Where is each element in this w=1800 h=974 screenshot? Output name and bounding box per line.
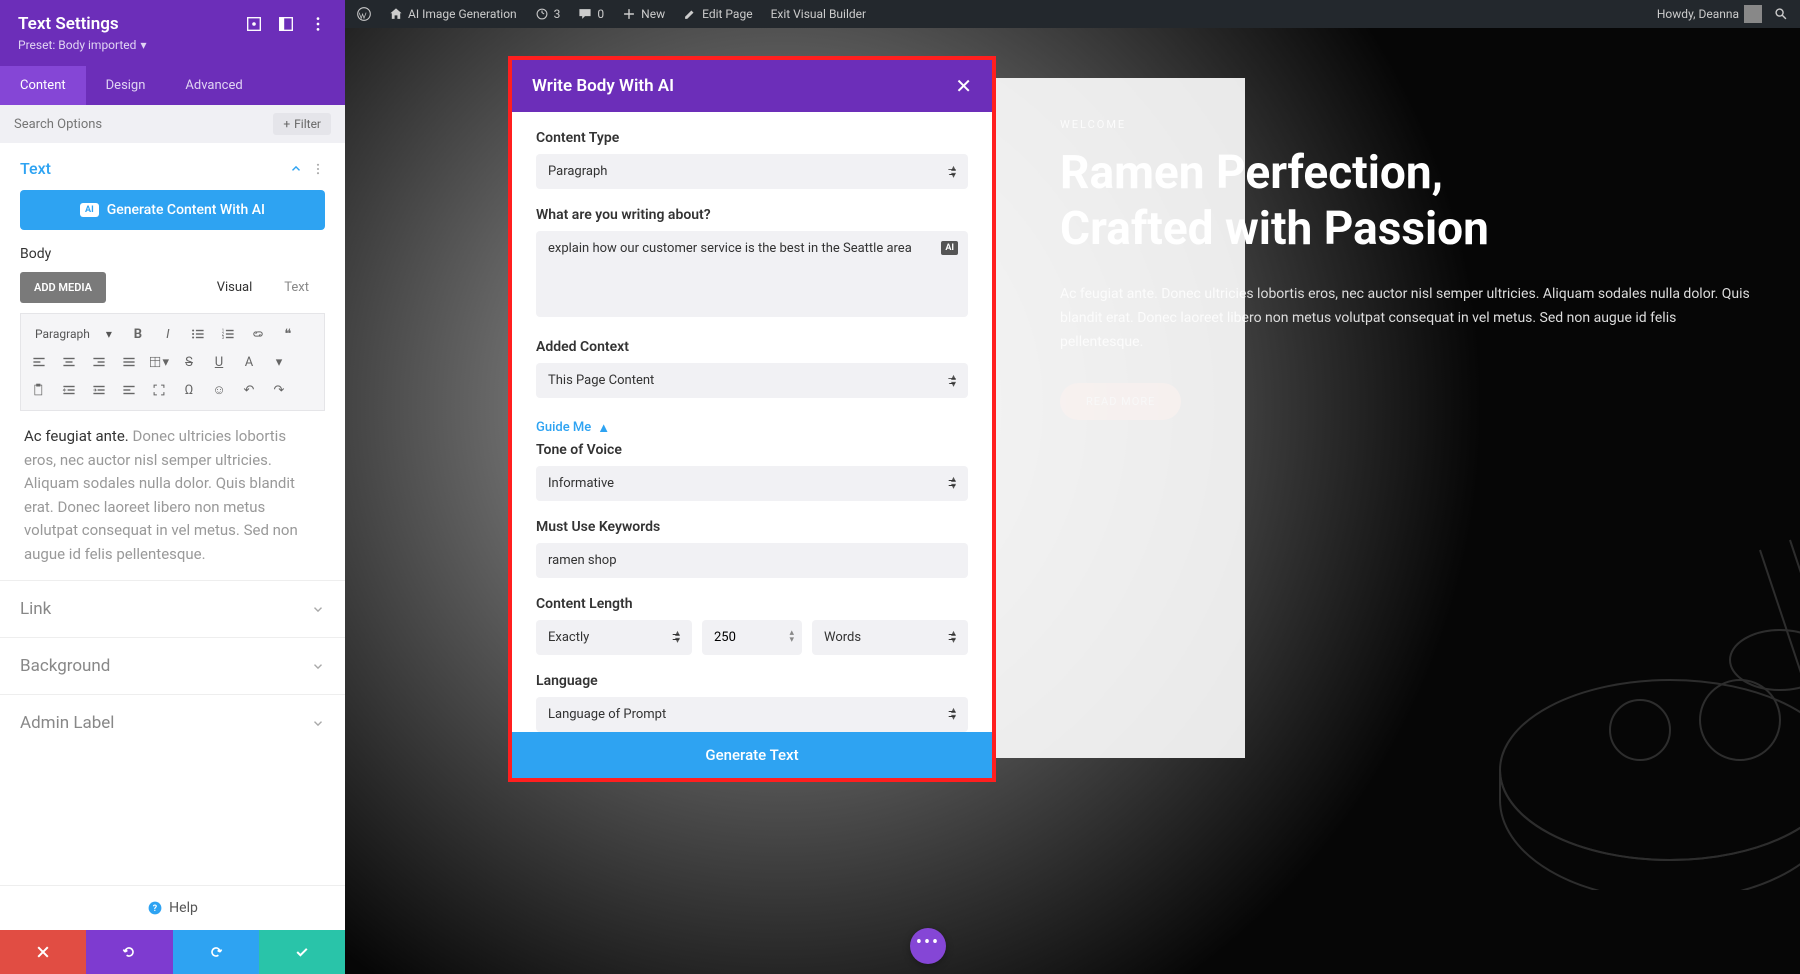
add-media-button[interactable]: ADD MEDIA — [20, 272, 106, 303]
tone-select[interactable]: Informative — [536, 466, 968, 501]
language-select[interactable]: Language of Prompt — [536, 697, 968, 732]
help-link[interactable]: ?Help — [0, 885, 345, 930]
generate-content-button[interactable]: AIGenerate Content With AI — [20, 190, 325, 230]
chevron-up-icon[interactable] — [289, 162, 303, 176]
editor-content[interactable]: Ac feugiat ante. Donec ultricies loborti… — [20, 411, 325, 580]
about-textarea[interactable] — [536, 231, 968, 317]
sidebar-footer — [0, 930, 345, 974]
text-color-dropdown-icon[interactable]: ▾ — [269, 352, 289, 372]
more-icon[interactable] — [309, 15, 327, 33]
content-type-label: Content Type — [536, 130, 968, 146]
exit-builder-link[interactable]: Exit Visual Builder — [771, 7, 867, 21]
keywords-label: Must Use Keywords — [536, 519, 968, 535]
svg-text:?: ? — [153, 904, 158, 914]
undo-icon[interactable]: ↶ — [239, 380, 259, 400]
table-icon[interactable]: ▾ — [149, 352, 169, 372]
howdy-link[interactable]: Howdy, Deanna — [1657, 5, 1762, 23]
italic-icon[interactable]: I — [158, 324, 178, 344]
search-icon[interactable] — [1774, 7, 1788, 21]
indent-right-icon[interactable] — [119, 380, 139, 400]
special-char-icon[interactable]: Ω — [179, 380, 199, 400]
sidebar-title: Text Settings — [18, 14, 231, 34]
ai-suggest-icon[interactable]: AI — [941, 241, 958, 255]
paste-icon[interactable] — [29, 380, 49, 400]
strikethrough-icon[interactable]: S — [179, 352, 199, 372]
indent-icon[interactable] — [89, 380, 109, 400]
updates-link[interactable]: 3 — [535, 7, 561, 21]
preset-dropdown[interactable]: Preset: Body imported ▾ — [18, 38, 327, 52]
align-justify-icon[interactable] — [119, 352, 139, 372]
redo-icon[interactable]: ↷ — [269, 380, 289, 400]
modal-title: Write Body With AI — [532, 76, 955, 96]
section-text-header[interactable]: Text — [20, 159, 325, 178]
close-icon[interactable]: ✕ — [955, 74, 972, 98]
sidebar-tabs: Content Design Advanced — [0, 66, 345, 105]
filter-button[interactable]: + Filter — [273, 113, 331, 135]
modal-header: Write Body With AI ✕ — [512, 60, 992, 112]
ai-badge-icon: AI — [80, 203, 99, 217]
expand-icon[interactable] — [245, 15, 263, 33]
align-right-icon[interactable] — [89, 352, 109, 372]
length-mode-select[interactable]: Exactly — [536, 620, 692, 655]
section-background[interactable]: Background — [0, 637, 345, 694]
underline-icon[interactable]: U — [209, 352, 229, 372]
tab-content[interactable]: Content — [0, 66, 86, 105]
context-label: Added Context — [536, 339, 968, 355]
bowl-illustration — [1460, 530, 1800, 894]
wp-admin-bar: AI Image Generation 3 0 New Edit Page Ex… — [345, 0, 1800, 28]
ai-modal: Write Body With AI ✕ Content Type Paragr… — [508, 56, 996, 782]
link-icon[interactable] — [248, 324, 268, 344]
section-admin-label[interactable]: Admin Label — [0, 694, 345, 751]
body-label: Body — [20, 246, 325, 262]
length-unit-select[interactable]: Words — [812, 620, 968, 655]
save-button[interactable] — [259, 930, 345, 974]
site-name-link[interactable]: AI Image Generation — [389, 7, 517, 21]
wp-logo[interactable] — [357, 7, 371, 21]
context-select[interactable]: This Page Content — [536, 363, 968, 398]
fullscreen-icon[interactable] — [149, 380, 169, 400]
edit-page-link[interactable]: Edit Page — [683, 7, 752, 21]
search-row: + Filter — [0, 105, 345, 143]
format-select[interactable]: Paragraph▾ — [29, 324, 118, 344]
new-link[interactable]: New — [622, 7, 665, 21]
tab-design[interactable]: Design — [86, 66, 166, 105]
number-list-icon[interactable]: 123 — [218, 324, 238, 344]
emoji-icon[interactable]: ☺ — [209, 380, 229, 400]
quote-icon[interactable]: ❝ — [278, 324, 298, 344]
undo-button[interactable] — [86, 930, 172, 974]
guide-me-toggle[interactable]: Guide Me ▲ — [536, 420, 610, 436]
outdent-icon[interactable] — [59, 380, 79, 400]
language-label: Language — [536, 673, 968, 689]
generate-text-button[interactable]: Generate Text — [512, 732, 992, 778]
svg-text:3: 3 — [222, 336, 225, 341]
align-center-icon[interactable] — [59, 352, 79, 372]
content-type-select[interactable]: Paragraph — [536, 154, 968, 189]
text-color-icon[interactable]: A — [239, 352, 259, 372]
cancel-button[interactable] — [0, 930, 86, 974]
keywords-input[interactable] — [536, 543, 968, 578]
bullet-list-icon[interactable] — [188, 324, 208, 344]
dock-icon[interactable] — [277, 15, 295, 33]
sidebar-header: Text Settings Preset: Body imported ▾ — [0, 0, 345, 66]
settings-sidebar: Text Settings Preset: Body imported ▾ Co… — [0, 0, 345, 974]
redo-button[interactable] — [173, 930, 259, 974]
about-label: What are you writing about? — [536, 207, 968, 223]
editor-toolbar: Paragraph▾ B I 123 ❝ ▾ S U A ▾ — [20, 313, 325, 411]
tone-label: Tone of Voice — [536, 442, 968, 458]
editor-tab-text[interactable]: Text — [268, 272, 325, 303]
bold-icon[interactable]: B — [128, 324, 148, 344]
tab-advanced[interactable]: Advanced — [165, 66, 262, 105]
comments-link[interactable]: 0 — [578, 7, 604, 21]
avatar — [1744, 5, 1762, 23]
align-left-icon[interactable] — [29, 352, 49, 372]
builder-fab[interactable]: ••• — [910, 928, 946, 964]
section-link[interactable]: Link — [0, 580, 345, 637]
section-more-icon[interactable] — [311, 162, 325, 176]
search-input[interactable] — [14, 117, 273, 132]
length-label: Content Length — [536, 596, 968, 612]
editor-tab-visual[interactable]: Visual — [201, 272, 269, 303]
length-number-input[interactable] — [702, 620, 802, 655]
